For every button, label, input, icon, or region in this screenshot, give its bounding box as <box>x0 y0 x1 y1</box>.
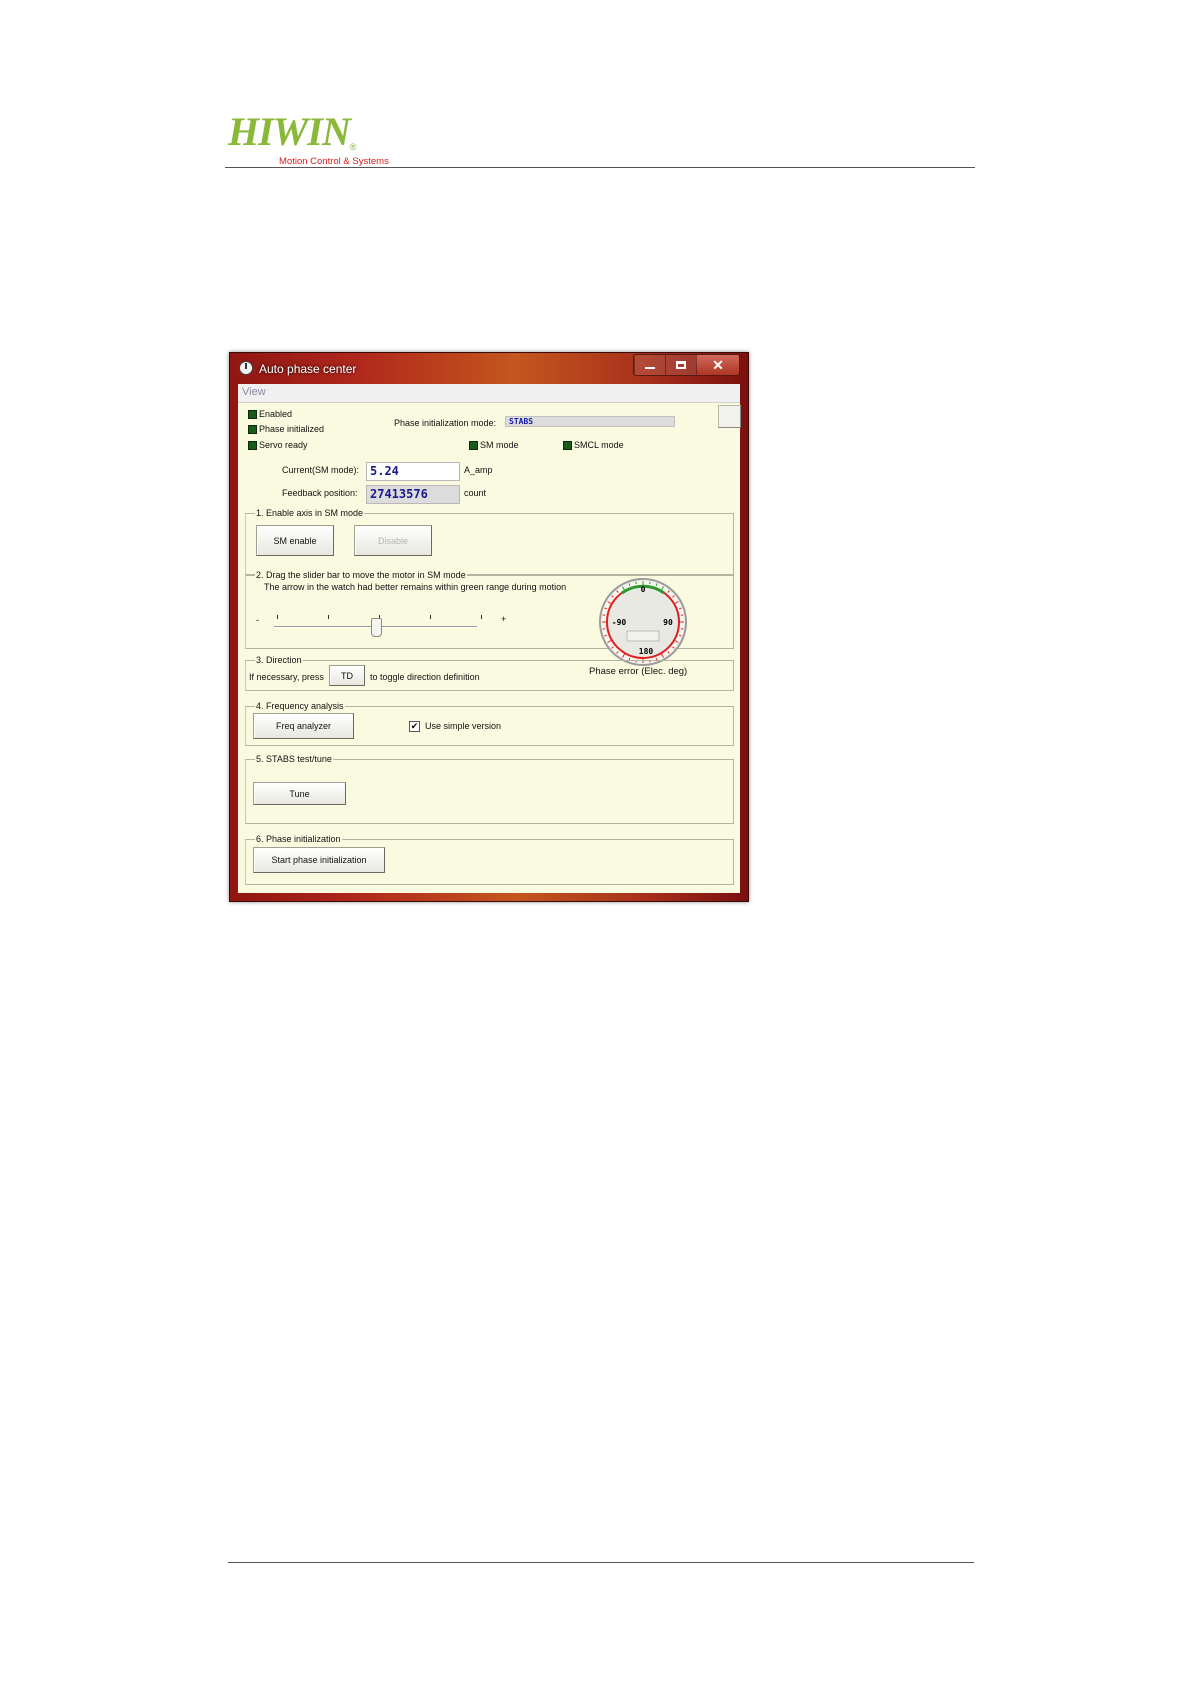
slider-tick <box>430 615 431 619</box>
section5-title: 5. STABS test/tune <box>255 754 333 765</box>
smcl-mode-led <box>563 441 572 450</box>
section4-title: 4. Frequency analysis <box>255 701 345 712</box>
gauge-label-top: 0 <box>641 585 646 594</box>
auto-phase-center-window: Auto phase center ✕ View Enabled Phase i… <box>229 352 749 902</box>
section6-title: 6. Phase initialization <box>255 834 342 845</box>
phase-error-gauge: 0 -90 90 180 <box>598 577 688 667</box>
direction-prefix: If necessary, press <box>249 672 324 682</box>
app-icon <box>239 361 253 375</box>
feedback-position-field: 27413576 <box>366 485 460 504</box>
current-label: Current(SM mode): <box>282 465 360 475</box>
section1-title: 1. Enable axis in SM mode <box>255 508 365 519</box>
gauge-label-bottom: 180 <box>639 647 654 656</box>
logo-tagline: Motion Control & Systems <box>279 156 389 167</box>
section-direction: 3. Direction If necessary, press TD to t… <box>245 655 734 691</box>
slider-thumb[interactable] <box>370 618 382 637</box>
enabled-led <box>248 410 257 419</box>
section2-title: 2. Drag the slider bar to move the motor… <box>255 570 467 581</box>
direction-suffix: to toggle direction definition <box>370 672 480 682</box>
title-bar[interactable]: Auto phase center ✕ <box>230 353 748 383</box>
gauge-readout-box <box>626 630 660 642</box>
toggle-direction-button[interactable]: TD <box>329 665 365 686</box>
maximize-icon <box>676 361 686 369</box>
slider-tick <box>481 615 482 619</box>
section-frequency-analysis: 4. Frequency analysis Freq analyzer ✔ Us… <box>245 701 734 746</box>
sm-mode-label: SM mode <box>480 440 519 450</box>
sm-enable-button[interactable]: SM enable <box>256 525 334 556</box>
phase-initialized-label: Phase initialized <box>259 424 325 434</box>
maximize-button[interactable] <box>665 355 696 375</box>
logo-wordmark: HIWIN <box>228 109 351 154</box>
freq-analyzer-button[interactable]: Freq analyzer <box>253 713 354 739</box>
logo-registered-mark: ® <box>349 142 357 152</box>
minimize-icon <box>645 367 655 369</box>
footer-divider <box>228 1562 974 1563</box>
hiwin-logo: HIWIN® Motion Control & Systems <box>228 109 389 168</box>
current-unit: A_amp <box>464 465 493 475</box>
servo-ready-label: Servo ready <box>259 440 308 450</box>
client-area: Enabled Phase initialized Servo ready Ph… <box>238 403 741 893</box>
smcl-mode-label: SMCL mode <box>574 440 624 450</box>
phase-init-mode-label: Phase initialization mode: <box>394 418 497 428</box>
section-stabs-tune: 5. STABS test/tune Tune <box>245 754 734 824</box>
phase-initialized-led <box>248 425 257 434</box>
slider-tick <box>277 615 278 619</box>
servo-ready-led <box>248 441 257 450</box>
sm-mode-led <box>469 441 478 450</box>
section-phase-initialization: 6. Phase initialization Start phase init… <box>245 834 734 885</box>
caption-buttons: ✕ <box>633 354 740 376</box>
minimize-button[interactable] <box>634 355 665 375</box>
section-enable-axis: 1. Enable axis in SM mode SM enable Disa… <box>245 508 734 575</box>
tune-button[interactable]: Tune <box>253 782 346 805</box>
gauge-label-right: 90 <box>663 618 673 627</box>
feedback-position-unit: count <box>464 488 487 498</box>
phase-init-mode-field: STABS <box>505 416 675 427</box>
slider-minus-label: - <box>256 615 259 625</box>
feedback-position-label: Feedback position: <box>282 488 358 498</box>
current-input[interactable]: 5.24 <box>366 462 460 481</box>
use-simple-version-checkbox[interactable]: ✔ <box>409 721 420 732</box>
start-phase-initialization-button[interactable]: Start phase initialization <box>253 847 385 873</box>
header-divider <box>225 167 975 168</box>
window-title: Auto phase center <box>259 362 357 376</box>
section3-title: 3. Direction <box>255 655 303 666</box>
side-button[interactable] <box>718 405 741 428</box>
menu-view[interactable]: View <box>242 386 266 398</box>
enabled-label: Enabled <box>259 409 293 419</box>
use-simple-version-label: Use simple version <box>425 721 502 731</box>
gauge-label-left: -90 <box>612 618 627 627</box>
slider-tick <box>328 615 329 619</box>
close-icon: ✕ <box>712 356 724 373</box>
menu-bar: View <box>238 384 740 403</box>
slider-plus-label: + <box>501 614 507 624</box>
disable-button[interactable]: Disable <box>354 525 432 556</box>
section2-hint: The arrow in the watch had better remain… <box>264 582 567 592</box>
gauge-dial: 0 -90 90 180 <box>599 578 687 666</box>
close-button[interactable]: ✕ <box>696 355 739 375</box>
